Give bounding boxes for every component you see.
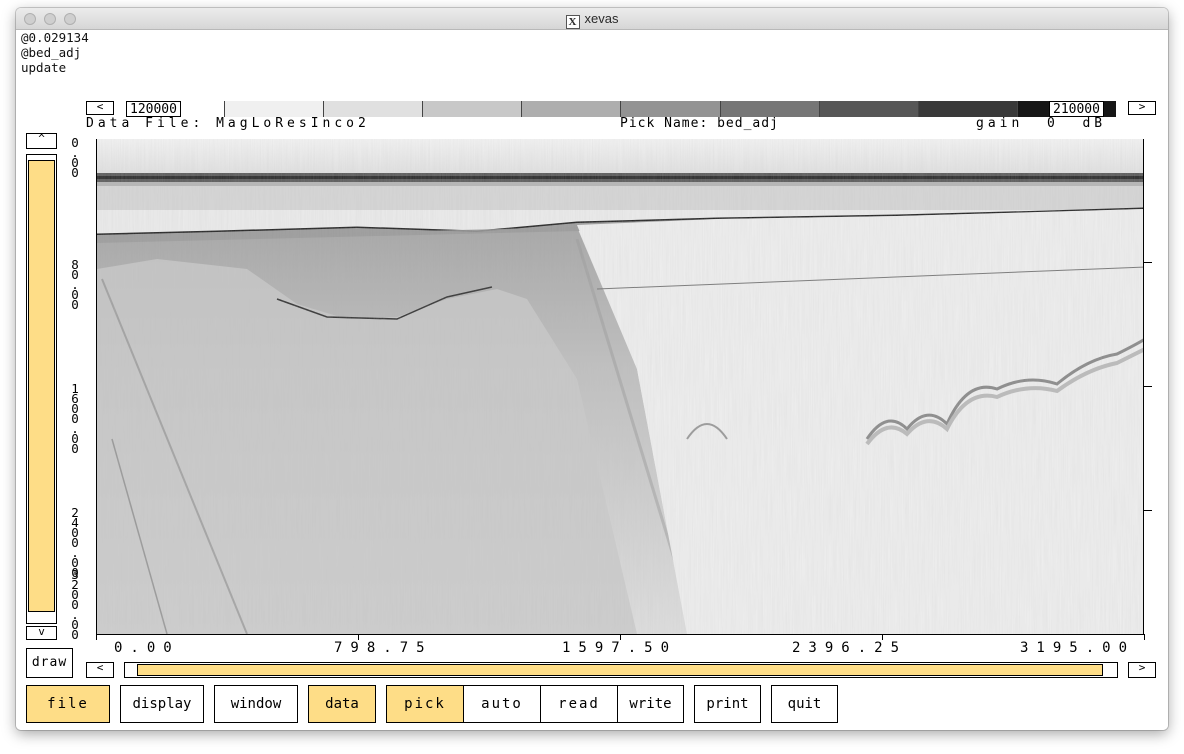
x-tick-label: 0.00: [114, 640, 180, 656]
colorbar-segment: [621, 101, 721, 117]
scroll-left-button[interactable]: <: [86, 662, 114, 678]
x-tick-mark: [96, 634, 97, 640]
x-tick-mark: [1144, 634, 1145, 640]
x-tick-label: 1597.50: [562, 640, 678, 656]
app-window: Xxevas @0.029134 @bed_adj update < 12000…: [16, 8, 1168, 730]
x-tick-label: 3195.00: [1020, 640, 1136, 656]
chevron-up-icon: ^: [38, 132, 45, 145]
chevron-right-icon: >: [1138, 100, 1146, 113]
x-tick-mark: [882, 634, 883, 640]
status-line-3: update: [21, 60, 67, 75]
horizontal-scrollbar-thumb[interactable]: [137, 664, 1103, 676]
title-bar: Xxevas: [16, 8, 1168, 30]
right-tick: [1144, 510, 1152, 511]
gain-label: gain 0 dB: [976, 116, 1107, 131]
vertical-scrollbar-thumb[interactable]: [28, 160, 55, 612]
horizontal-scrollbar-track[interactable]: [124, 662, 1118, 678]
colorbar-min-label: 120000: [126, 101, 181, 117]
print-button[interactable]: print: [694, 685, 761, 723]
scroll-down-button[interactable]: v: [26, 626, 57, 640]
vertical-scrollbar-track[interactable]: [26, 154, 57, 624]
y-tick-label: 0 . 0 0: [71, 135, 79, 180]
chevron-down-icon: v: [38, 625, 45, 638]
y-tick-label: 8 0 . 0 0: [71, 257, 79, 312]
data-file-label: Data File: MagLoResInco2: [86, 116, 370, 131]
scroll-up-button[interactable]: ^: [26, 133, 57, 149]
right-tick: [1144, 386, 1152, 387]
colorbar-left-arrow-button[interactable]: <: [86, 101, 114, 115]
x-tick-label: 2396.25: [792, 640, 908, 656]
window-title: xevas: [584, 11, 619, 26]
colorbar-segment: [720, 101, 820, 117]
pick-name-label: Pick Name: bed_adj: [620, 116, 779, 131]
x-tick-mark: [620, 634, 621, 640]
x-tick-mark: [358, 634, 359, 640]
chevron-right-icon: >: [1138, 661, 1146, 674]
quit-button[interactable]: quit: [771, 685, 838, 723]
colorbar-segment: [918, 101, 1018, 117]
colorbar-max-label: 210000: [1049, 101, 1104, 117]
y-tick-label: 1 6 0 0 . 0 0: [71, 381, 79, 456]
draw-button[interactable]: draw: [26, 648, 73, 678]
status-line-2: @bed_adj: [21, 45, 82, 60]
radargram-image: [97, 139, 1143, 634]
chevron-left-icon: <: [96, 661, 104, 674]
x-tick-label: 798.75: [334, 640, 433, 656]
y-tick-label: 3 2 0 0 . 0 0: [71, 567, 79, 642]
colorbar-segment: [324, 101, 424, 117]
display-button[interactable]: display: [120, 685, 204, 723]
radargram-plot[interactable]: [96, 139, 1144, 634]
colorbar: [126, 101, 1116, 117]
scroll-right-button[interactable]: >: [1128, 662, 1156, 678]
x11-icon: X: [565, 15, 580, 29]
data-button[interactable]: data: [308, 685, 376, 723]
right-tick: [1144, 262, 1152, 263]
colorbar-segment: [225, 101, 325, 117]
read-button[interactable]: read: [540, 685, 618, 723]
file-button[interactable]: file: [26, 685, 110, 723]
auto-button[interactable]: auto: [463, 685, 541, 723]
write-button[interactable]: write: [617, 685, 684, 723]
main-content: @0.029134 @bed_adj update < 120000 21000…: [16, 30, 1168, 730]
status-line-1: @0.029134: [21, 30, 89, 45]
colorbar-right-arrow-button[interactable]: >: [1128, 101, 1156, 115]
pick-button[interactable]: pick: [386, 685, 464, 723]
window-button[interactable]: window: [214, 685, 298, 723]
colorbar-segment: [819, 101, 919, 117]
chevron-left-icon: <: [96, 100, 104, 113]
colorbar-segment: [423, 101, 523, 117]
colorbar-segment: [522, 101, 622, 117]
window-title-group: Xxevas: [16, 11, 1168, 29]
